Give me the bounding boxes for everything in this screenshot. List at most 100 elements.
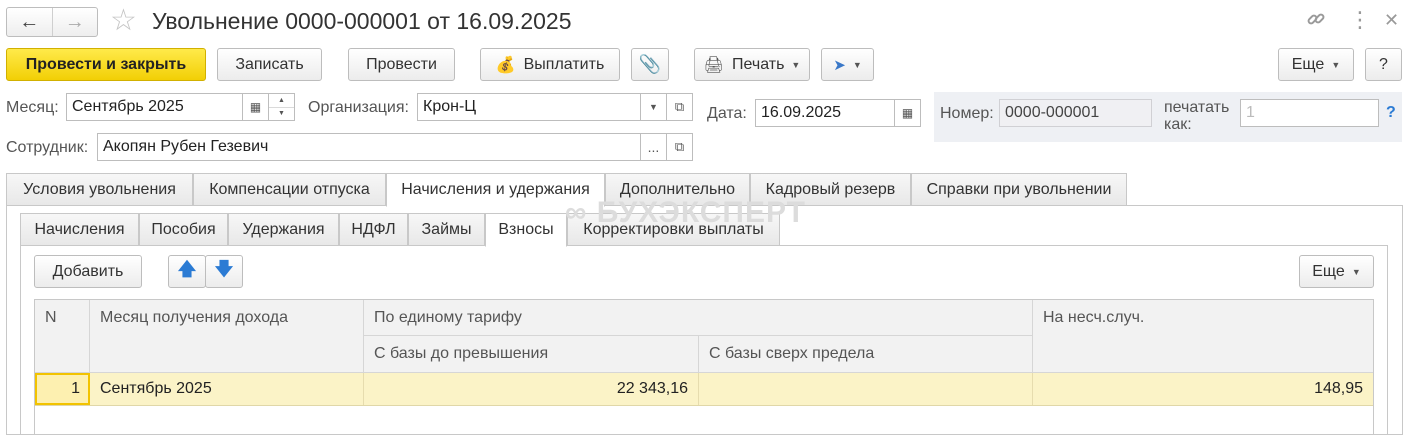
- save-label: Записать: [235, 55, 304, 73]
- open-icon: ⧉: [674, 139, 685, 154]
- number-label: Номер:: [940, 105, 994, 122]
- print-as-field[interactable]: 1: [1240, 99, 1379, 127]
- tab-label: Компенсации отпуска: [209, 180, 370, 198]
- tab-label: Справки при увольнении: [926, 180, 1112, 198]
- header-base-above-label: С базы сверх предела: [709, 345, 875, 362]
- column-header-base-below[interactable]: С базы до превышения: [364, 336, 699, 373]
- column-header-single-rate[interactable]: По единому тарифу: [364, 300, 1033, 336]
- calendar-button[interactable]: ▦: [243, 93, 269, 121]
- subtab-ndfl[interactable]: НДФЛ: [339, 213, 408, 246]
- post-and-close-button[interactable]: Провести и закрыть: [6, 48, 206, 81]
- subtab-contributions[interactable]: Взносы: [485, 213, 567, 247]
- arrow-left-icon[interactable]: ←: [7, 8, 52, 36]
- chevron-down-icon: ▼: [649, 102, 658, 112]
- table-row[interactable]: 1 Сентябрь 2025 22 343,16 148,95: [35, 373, 1373, 406]
- post-and-close-label: Провести и закрыть: [25, 55, 187, 73]
- month-label: Месяц:: [6, 99, 59, 116]
- column-header-n[interactable]: N: [35, 300, 90, 373]
- organization-field[interactable]: Крон-Ц: [417, 93, 641, 121]
- cell-accident-value: 148,95: [1314, 380, 1363, 397]
- column-header-accident[interactable]: На несч.случ.: [1033, 300, 1373, 373]
- month-stepper[interactable]: ▲ ▼: [269, 93, 295, 121]
- cell-base-below-value: 22 343,16: [616, 380, 688, 397]
- tab-vacation-compensation[interactable]: Компенсации отпуска: [193, 173, 386, 206]
- star-icon[interactable]: ☆: [110, 4, 137, 38]
- cell-n[interactable]: 1: [35, 373, 90, 405]
- pay-button[interactable]: 💰 Выплатить: [480, 48, 620, 81]
- month-field[interactable]: Сентябрь 2025: [66, 93, 243, 121]
- chevron-down-icon: ▼: [1331, 59, 1341, 70]
- help-link[interactable]: ?: [1386, 104, 1396, 122]
- tab-label: Условия увольнения: [23, 180, 176, 198]
- organization-open-button[interactable]: ⧉: [667, 93, 693, 121]
- print-as-label-line2: как:: [1164, 116, 1192, 133]
- date-calendar-button[interactable]: ▦: [895, 99, 921, 127]
- header-month-label: Месяц получения дохода: [100, 309, 288, 326]
- header-base-below-label: С базы до превышения: [374, 345, 549, 362]
- column-header-base-above[interactable]: С базы сверх предела: [699, 336, 1033, 373]
- move-up-button[interactable]: 🡅: [168, 255, 206, 288]
- date-field[interactable]: 16.09.2025: [755, 99, 895, 127]
- more-vertical-icon[interactable]: ⋮: [1349, 8, 1371, 32]
- create-based-on-button[interactable]: ➤ ▼: [821, 48, 874, 81]
- stepper-down-icon[interactable]: ▼: [269, 106, 294, 121]
- print-as-label-line1: печатать: [1164, 99, 1230, 116]
- close-icon[interactable]: ✕: [1384, 8, 1399, 32]
- table-more-label: Еще: [1312, 262, 1345, 280]
- create-based-on-icon: ➤: [833, 56, 846, 74]
- open-icon: ⧉: [674, 99, 685, 114]
- move-down-button[interactable]: 🡇: [205, 255, 243, 288]
- cell-base-above[interactable]: [699, 373, 1033, 405]
- paperclip-icon: 📎: [638, 54, 662, 74]
- help-button[interactable]: ?: [1365, 48, 1402, 81]
- printer-icon: 🖨: [703, 56, 724, 74]
- header-single-rate-label: По единому тарифу: [374, 309, 522, 326]
- subtab-loans[interactable]: Займы: [408, 213, 485, 246]
- header-n-label: N: [45, 309, 57, 326]
- post-button[interactable]: Провести: [348, 48, 455, 81]
- link-icon[interactable]: [1305, 8, 1327, 36]
- arrow-right-icon[interactable]: →: [51, 8, 98, 36]
- print-as-value: 1: [1246, 104, 1255, 121]
- cell-base-below[interactable]: 22 343,16: [364, 373, 699, 405]
- tab-label: Начисления и удержания: [401, 181, 590, 198]
- subtab-benefits[interactable]: Пособия: [139, 213, 228, 246]
- add-row-button[interactable]: Добавить: [34, 255, 142, 288]
- organization-dropdown-button[interactable]: ▼: [641, 93, 667, 121]
- watermark: ∞ БУХЭКСПЕРТ: [565, 196, 806, 230]
- subtab-accruals[interactable]: Начисления: [20, 213, 139, 246]
- tab-dismissal-conditions[interactable]: Условия увольнения: [6, 173, 193, 206]
- help-label: ?: [1379, 55, 1388, 73]
- arrow-down-icon: 🡇: [214, 258, 234, 279]
- column-header-month[interactable]: Месяц получения дохода: [90, 300, 364, 373]
- tab-dismissal-certificates[interactable]: Справки при увольнении: [911, 173, 1127, 206]
- subtab-label: Пособия: [151, 220, 216, 238]
- attach-button[interactable]: 📎: [631, 48, 669, 81]
- employee-field[interactable]: Акопян Рубен Гезевич: [97, 133, 641, 161]
- print-button[interactable]: 🖨 Печать ▼: [694, 48, 810, 81]
- save-button[interactable]: Записать: [217, 48, 322, 81]
- number-field[interactable]: 0000-000001: [999, 99, 1152, 127]
- employee-value: Акопян Рубен Гезевич: [103, 138, 269, 155]
- subtab-label: Взносы: [498, 221, 554, 238]
- chevron-down-icon: ▼: [852, 59, 862, 70]
- cell-month-value: Сентябрь 2025: [100, 380, 212, 397]
- contributions-table: N Месяц получения дохода По единому тари…: [34, 299, 1374, 435]
- more-button[interactable]: Еще ▼: [1278, 48, 1354, 81]
- cell-accident[interactable]: 148,95: [1033, 373, 1373, 405]
- print-as-label: печатать как:: [1164, 99, 1229, 133]
- subtab-deductions[interactable]: Удержания: [228, 213, 339, 246]
- organization-label: Организация:: [308, 99, 409, 116]
- cell-month[interactable]: Сентябрь 2025: [90, 373, 364, 405]
- table-more-button[interactable]: Еще ▼: [1299, 255, 1374, 288]
- employee-choose-button[interactable]: ...: [641, 133, 667, 161]
- employee-label: Сотрудник:: [6, 139, 89, 156]
- subtab-label: Начисления: [34, 220, 125, 238]
- navigation-buttons: ← →: [6, 7, 98, 37]
- subtab-label: Займы: [421, 220, 472, 238]
- employee-open-button[interactable]: ⧉: [667, 133, 693, 161]
- print-label: Печать: [731, 55, 785, 73]
- watermark-text: БУХЭКСПЕРТ: [596, 196, 806, 229]
- post-label: Провести: [366, 55, 437, 73]
- stepper-up-icon[interactable]: ▲: [269, 94, 294, 107]
